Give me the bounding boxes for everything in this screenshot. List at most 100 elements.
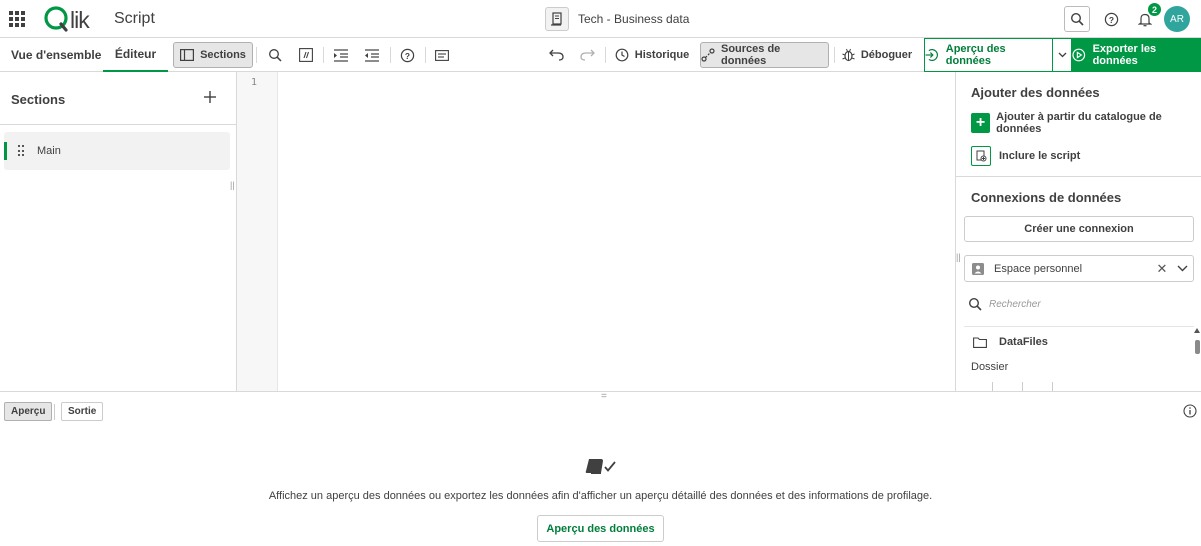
toolbar-divider bbox=[834, 47, 835, 63]
panel-scrollbar[interactable] bbox=[1194, 328, 1201, 391]
help-button[interactable]: ? bbox=[1098, 6, 1124, 32]
drag-handle-icon[interactable] bbox=[18, 145, 24, 157]
create-connection-button[interactable]: Créer une connexion bbox=[964, 216, 1194, 242]
comment-button[interactable] bbox=[293, 42, 319, 68]
export-data-button[interactable]: Exporter les données bbox=[1072, 38, 1201, 72]
undo-icon bbox=[548, 49, 564, 61]
redo-icon bbox=[579, 49, 595, 61]
data-connections-title: Connexions de données bbox=[971, 190, 1122, 205]
connections-search-input[interactable]: Rechercher bbox=[968, 292, 1194, 316]
empty-state-message: Affichez un aperçu des données ou export… bbox=[268, 490, 933, 502]
select-data-icon[interactable] bbox=[971, 382, 993, 391]
search-icon bbox=[269, 49, 282, 62]
redo-button[interactable] bbox=[574, 42, 600, 68]
debug-label: Déboguer bbox=[860, 49, 913, 61]
play-circle-icon bbox=[1072, 48, 1086, 62]
toolbar-divider bbox=[390, 47, 391, 63]
connection-type: Dossier bbox=[971, 361, 1009, 373]
data-preview-button[interactable]: Aperçu des données bbox=[924, 38, 1053, 72]
data-panel-resize-handle[interactable]: || bbox=[956, 252, 961, 262]
add-section-button[interactable] bbox=[201, 88, 219, 106]
qlik-logo[interactable]: lik bbox=[44, 4, 106, 41]
data-sources-panel: Ajouter des données + Ajouter à partir d… bbox=[955, 72, 1201, 391]
search-icon bbox=[1070, 12, 1084, 26]
preview-options-dropdown[interactable] bbox=[1053, 38, 1072, 72]
include-script-button[interactable]: Inclure le script bbox=[971, 146, 1080, 166]
add-from-catalog-label: Ajouter à partir du catalogue de données bbox=[996, 111, 1162, 135]
plus-icon bbox=[204, 91, 216, 103]
sidebar-panel-icon bbox=[180, 49, 195, 61]
section-item-main[interactable]: Main bbox=[4, 132, 230, 170]
empty-state-preview-button[interactable]: Aperçu des données bbox=[537, 515, 664, 542]
tab-preview[interactable]: Aperçu bbox=[4, 402, 53, 421]
toolbar-divider bbox=[425, 47, 426, 63]
connection-name: DataFiles bbox=[999, 336, 1048, 348]
chevron-down-icon[interactable] bbox=[1171, 265, 1193, 272]
keyboard-icon bbox=[435, 49, 449, 61]
sections-panel-title: Sections bbox=[11, 92, 66, 107]
toolbar-divider bbox=[256, 47, 257, 63]
data-preview-label: Aperçu des données bbox=[945, 43, 1006, 67]
notification-badge: 2 bbox=[1148, 3, 1161, 16]
script-editor[interactable]: 1 bbox=[237, 72, 955, 391]
page-title: Script bbox=[114, 10, 155, 27]
outdent-icon bbox=[365, 48, 379, 62]
svg-text:?: ? bbox=[1108, 14, 1113, 24]
user-avatar[interactable]: AR bbox=[1164, 6, 1190, 32]
top-header: lik Script Tech - Business data ? 2 AR bbox=[0, 0, 1201, 38]
connection-actions bbox=[971, 382, 1061, 391]
list-divider bbox=[964, 326, 1194, 327]
global-search-button[interactable] bbox=[1064, 6, 1090, 32]
edit-connection-icon[interactable] bbox=[1001, 382, 1023, 391]
notifications-button[interactable]: 2 bbox=[1132, 3, 1161, 32]
clear-selection-icon[interactable]: ✕ bbox=[1153, 261, 1171, 277]
comment-slash-icon bbox=[299, 48, 313, 62]
space-selector[interactable]: Espace personnel ✕ bbox=[964, 255, 1194, 282]
include-script-label: Inclure le script bbox=[999, 150, 1081, 162]
history-label: Historique bbox=[634, 49, 690, 61]
person-icon bbox=[972, 262, 984, 275]
search-placeholder: Rechercher bbox=[989, 298, 1041, 310]
undo-button[interactable] bbox=[543, 42, 569, 68]
history-button[interactable]: Historique bbox=[612, 42, 692, 68]
toolbar-divider bbox=[605, 47, 606, 63]
app-launcher-icon[interactable] bbox=[9, 11, 25, 27]
scroll-up-arrow-icon[interactable] bbox=[1194, 328, 1200, 333]
tab-editor[interactable]: Éditeur bbox=[103, 38, 168, 72]
include-script-icon bbox=[971, 146, 991, 166]
qlik-logo-mark: lik bbox=[44, 6, 91, 33]
find-replace-button[interactable] bbox=[262, 42, 288, 68]
script-check-icon bbox=[585, 456, 619, 481]
app-document-icon bbox=[545, 7, 569, 31]
preview-panel-resize-handle[interactable]: = bbox=[601, 392, 607, 402]
data-sources-label: Sources de données bbox=[721, 43, 781, 67]
search-icon bbox=[968, 297, 982, 311]
toolbar-divider bbox=[323, 47, 324, 63]
add-data-title: Ajouter des données bbox=[971, 85, 1100, 100]
section-item-label: Main bbox=[37, 145, 61, 157]
sections-panel-resize-handle[interactable]: || bbox=[230, 180, 235, 190]
info-button[interactable] bbox=[1183, 404, 1197, 418]
debug-button[interactable]: Déboguer bbox=[842, 42, 912, 68]
outdent-button[interactable] bbox=[359, 42, 385, 68]
indent-button[interactable] bbox=[328, 42, 354, 68]
folder-icon bbox=[973, 336, 987, 348]
line-number: 1 bbox=[251, 77, 258, 88]
keyboard-shortcuts-button[interactable] bbox=[429, 42, 455, 68]
app-title-group[interactable]: Tech - Business data bbox=[545, 6, 689, 32]
syntax-help-button[interactable]: ? bbox=[394, 42, 420, 68]
bug-icon bbox=[842, 48, 855, 62]
insert-connection-icon[interactable] bbox=[1031, 382, 1053, 391]
data-sources-button[interactable]: Sources de données bbox=[700, 42, 829, 68]
sections-panel: Sections Main bbox=[0, 72, 237, 391]
line-number-gutter: 1 bbox=[237, 72, 278, 391]
add-from-catalog-button[interactable]: + Ajouter à partir du catalogue de donné… bbox=[971, 111, 1201, 135]
tab-output[interactable]: Sortie bbox=[61, 402, 104, 421]
sections-toggle-button[interactable]: Sections bbox=[173, 42, 253, 68]
scrollbar-thumb[interactable] bbox=[1195, 340, 1200, 354]
panel-divider bbox=[956, 176, 1201, 177]
connection-item-datafiles[interactable]: DataFiles bbox=[973, 336, 1048, 348]
export-data-label: Exporter les données bbox=[1092, 43, 1157, 67]
tab-overview[interactable]: Vue d'ensemble bbox=[11, 38, 101, 72]
info-icon bbox=[1183, 404, 1197, 418]
